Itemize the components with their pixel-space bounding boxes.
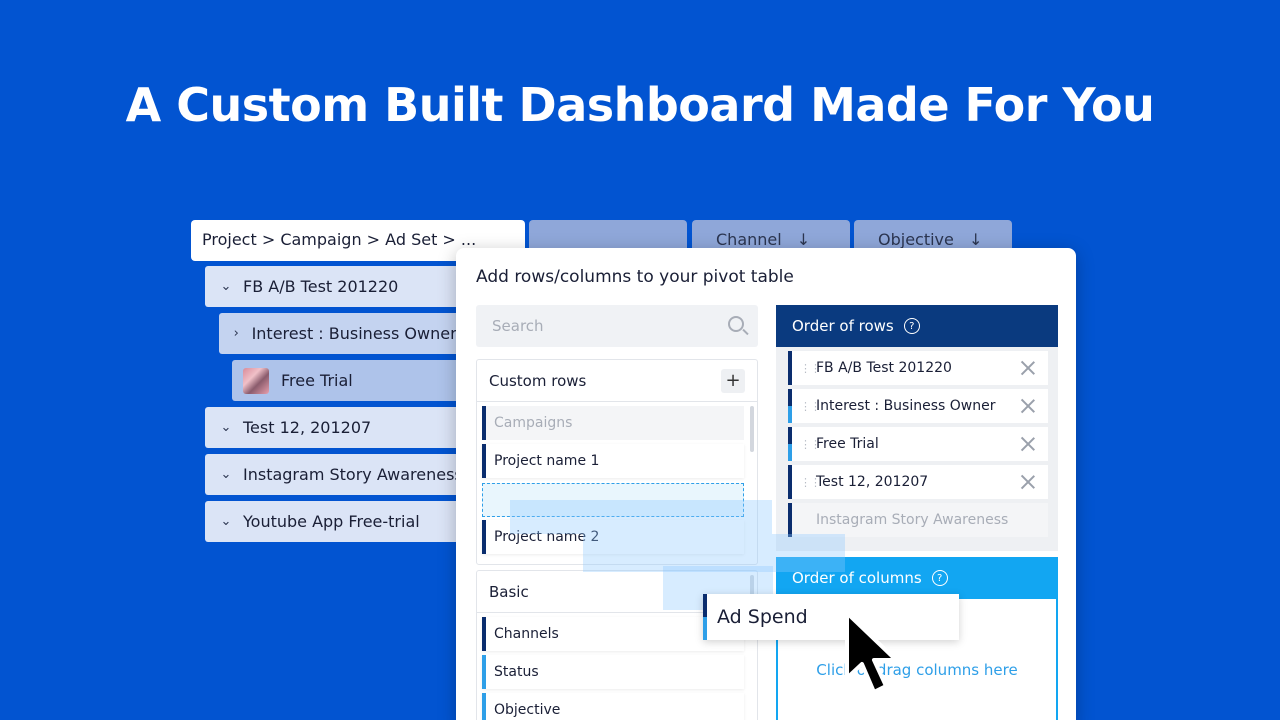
tree-row-label: Interest : Business Owners xyxy=(251,324,465,343)
chevron-down-icon[interactable]: ⌄ xyxy=(219,467,233,482)
tree-row-label: Instagram Story Awareness xyxy=(243,465,463,484)
row-order-label: FB A/B Test 201220 xyxy=(816,360,952,376)
search-icon[interactable] xyxy=(728,316,744,332)
list-item[interactable]: Objective xyxy=(482,693,744,720)
drag-handle-icon[interactable]: ⋮⋮ xyxy=(800,400,821,413)
row-order-item[interactable]: ⋮⋮ Interest : Business Owner xyxy=(788,389,1048,423)
list-item[interactable]: Status xyxy=(482,655,744,689)
arrow-down-icon: ↓ xyxy=(968,230,983,249)
row-order-label: Interest : Business Owner xyxy=(816,398,996,414)
row-order-label: Test 12, 201207 xyxy=(816,474,929,490)
tree-row-interest[interactable]: › Interest : Business Owners xyxy=(219,313,465,354)
row-order-item[interactable]: ⋮⋮ FB A/B Test 201220 xyxy=(788,351,1048,385)
close-icon[interactable] xyxy=(1020,436,1036,452)
order-of-rows-panel: Order of rows ? ⋮⋮ FB A/B Test 201220 ⋮⋮… xyxy=(776,305,1058,551)
tree-row-label: FB A/B Test 201220 xyxy=(243,277,399,296)
arrow-down-icon: ↓ xyxy=(796,230,811,249)
tree-row-label: Test 12, 201207 xyxy=(243,418,372,437)
row-order-item[interactable]: ⋮⋮ Test 12, 201207 xyxy=(788,465,1048,499)
row-order-item[interactable]: Instagram Story Awareness xyxy=(788,503,1048,537)
close-icon[interactable] xyxy=(1020,360,1036,376)
modal-title: Add rows/columns to your pivot table xyxy=(476,267,794,287)
tree-row-free-trial[interactable]: Free Trial xyxy=(232,360,465,401)
mouse-cursor-icon xyxy=(845,611,898,694)
chevron-right-icon[interactable]: › xyxy=(231,326,242,341)
drag-handle-icon[interactable]: ⋮⋮ xyxy=(800,438,821,451)
close-icon[interactable] xyxy=(1020,398,1036,414)
scrollbar[interactable] xyxy=(750,406,754,452)
column-header-label: Channel xyxy=(716,230,782,249)
row-order-label: Instagram Story Awareness xyxy=(816,512,1009,528)
columns-drop-hint: Click or drag columns here xyxy=(816,661,1018,679)
drag-handle-icon[interactable]: ⋮⋮ xyxy=(800,362,821,375)
headline: A Custom Built Dashboard Made For You xyxy=(125,78,1155,132)
tree-row-label: Free Trial xyxy=(281,371,353,390)
tree-row-test-12[interactable]: ⌄ Test 12, 201207 xyxy=(205,407,465,448)
order-of-rows-label: Order of rows xyxy=(792,317,894,335)
basic-label: Basic xyxy=(489,582,529,601)
chevron-down-icon[interactable]: ⌄ xyxy=(219,514,233,529)
pivot-config-modal: Add rows/columns to your pivot table Cus… xyxy=(456,248,1076,720)
order-of-rows-header: Order of rows ? xyxy=(776,305,1058,347)
chevron-down-icon[interactable]: ⌄ xyxy=(219,279,233,294)
drag-handle-icon[interactable]: ⋮⋮ xyxy=(800,476,821,489)
custom-rows-label: Custom rows xyxy=(489,371,587,390)
search-box xyxy=(476,305,758,347)
search-input[interactable] xyxy=(476,305,706,347)
add-custom-row-button[interactable]: + xyxy=(721,368,745,393)
list-item[interactable]: Project name 1 xyxy=(482,444,744,478)
column-header-label: Objective xyxy=(878,230,954,249)
dragged-item-ad-spend[interactable]: Ad Spend xyxy=(703,594,959,640)
ad-thumbnail xyxy=(243,367,269,394)
custom-rows-header: Custom rows + xyxy=(477,360,757,402)
tree-row-fb-ab-test[interactable]: ⌄ FB A/B Test 201220 xyxy=(205,266,465,307)
row-order-label: Free Trial xyxy=(816,436,879,452)
list-item[interactable]: Campaigns xyxy=(482,406,744,440)
row-order-item[interactable]: ⋮⋮ Free Trial xyxy=(788,427,1048,461)
close-icon[interactable] xyxy=(1020,474,1036,490)
tree-row-instagram[interactable]: ⌄ Instagram Story Awareness xyxy=(205,454,465,495)
drag-ghost-trail xyxy=(510,500,772,534)
help-icon[interactable]: ? xyxy=(903,318,920,334)
tree-row-youtube[interactable]: ⌄ Youtube App Free-trial xyxy=(205,501,465,542)
tree-row-label: Youtube App Free-trial xyxy=(243,512,420,531)
chevron-down-icon[interactable]: ⌄ xyxy=(219,420,233,435)
help-icon[interactable]: ? xyxy=(931,570,948,586)
order-of-rows-list: ⋮⋮ FB A/B Test 201220 ⋮⋮ Interest : Busi… xyxy=(776,347,1058,551)
